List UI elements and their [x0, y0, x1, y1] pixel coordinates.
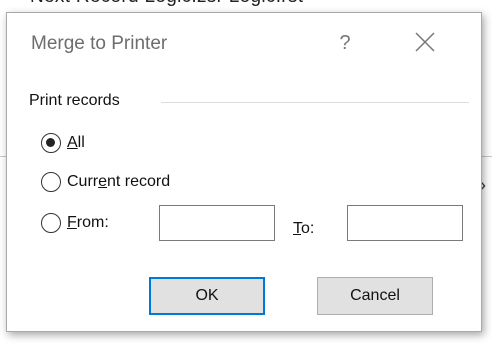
radio-option-all[interactable]: All — [41, 130, 85, 156]
from-input[interactable] — [159, 205, 275, 241]
ok-button[interactable]: OK — [149, 277, 265, 315]
radio-from-label[interactable]: From: — [67, 214, 109, 232]
dialog-titlebar[interactable]: Merge to Printer ? — [7, 13, 481, 73]
radio-option-current-record[interactable]: Current record — [41, 169, 170, 195]
close-button[interactable] — [403, 25, 447, 61]
radio-all-label[interactable]: All — [67, 134, 85, 152]
radio-current-record-label[interactable]: Current record — [67, 173, 170, 191]
background-text: Next Record Logic.zsr Logic.rst — [30, 0, 303, 8]
radio-from[interactable] — [41, 213, 61, 233]
close-icon — [415, 32, 435, 52]
print-records-group-label: Print records — [29, 92, 120, 109]
radio-all[interactable] — [41, 133, 61, 153]
dialog-title: Merge to Printer — [31, 33, 168, 54]
radio-current-record[interactable] — [41, 172, 61, 192]
merge-to-printer-dialog: Merge to Printer ? Print records All Cur… — [6, 12, 482, 332]
help-button[interactable]: ? — [325, 27, 365, 59]
to-input[interactable] — [347, 205, 463, 241]
radio-option-from[interactable]: From: — [41, 210, 109, 236]
cancel-button[interactable]: Cancel — [317, 277, 433, 315]
to-label: To: — [293, 220, 315, 237]
group-separator — [161, 102, 469, 103]
